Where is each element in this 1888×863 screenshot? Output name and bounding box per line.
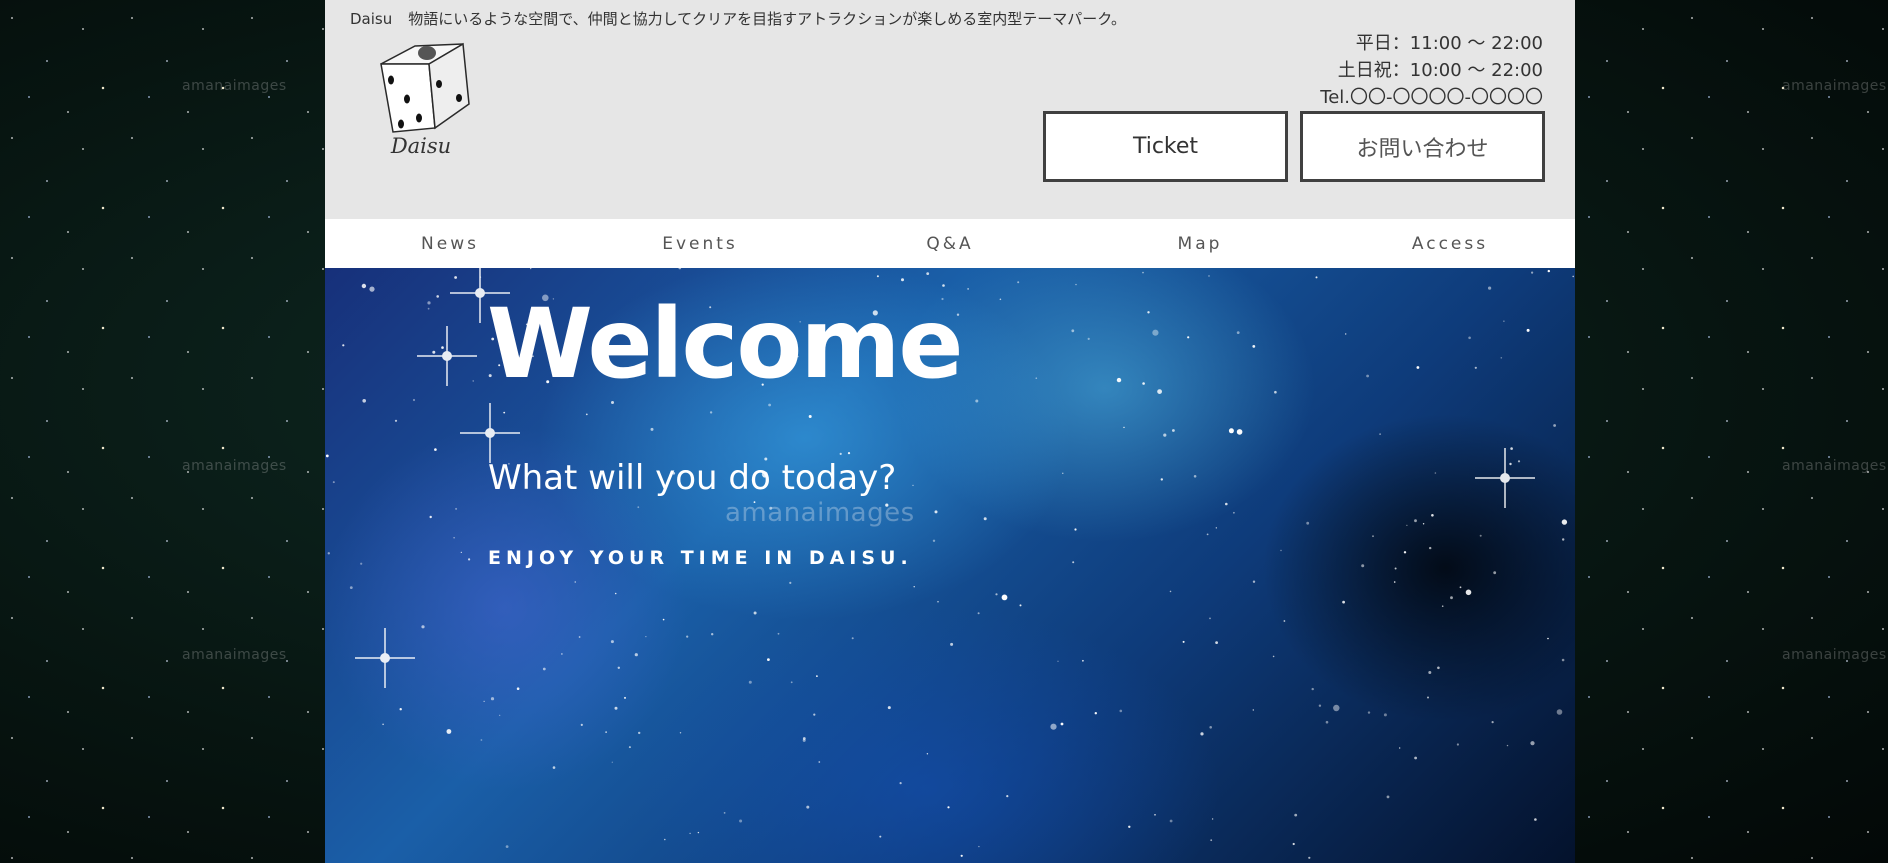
nav-item-access[interactable]: Access [1325,219,1575,268]
contact-button[interactable]: お問い合わせ [1300,111,1545,182]
dice-icon [380,42,470,133]
nav-item-news[interactable]: News [325,219,575,268]
main-nav: News Events Q&A Map Access [325,219,1575,268]
site-header: Daisu 物語にいるような空間で、仲間と協力してクリアを目指すアトラクションが楽… [325,0,1575,219]
site-name: Daisu [350,10,393,28]
watermark-text: amanaimages [182,78,287,94]
header-tagline: Daisu 物語にいるような空間で、仲間と協力してクリアを目指すアトラクションが楽… [350,8,1126,29]
logo-text: Daisu [390,134,452,158]
weekend-hours: 土日祝：10:00 ～ 22:00 [1337,60,1543,81]
ticket-button[interactable]: Ticket [1043,111,1288,182]
watermark-text: amanaimages [1782,458,1887,474]
hero-subtitle: What will you do today? [488,458,897,498]
watermark-text: amanaimages [1782,78,1887,94]
nav-item-qa[interactable]: Q&A [825,219,1075,268]
business-hours: 平日：11:00 ～ 22:00 土日祝：10:00 ～ 22:00 Tel.〇… [1320,30,1543,111]
site-logo[interactable]: Daisu [371,36,481,166]
hero-title: Welcome [487,288,963,400]
watermark-text: amanaimages [182,458,287,474]
page-container: Daisu 物語にいるような空間で、仲間と協力してクリアを目指すアトラクションが楽… [325,0,1575,863]
hero-tagline: ENJOY YOUR TIME IN DAISU. [488,547,913,569]
watermark-text: amanaimages [1782,647,1887,663]
nav-item-events[interactable]: Events [575,219,825,268]
tagline-text: 物語にいるような空間で、仲間と協力してクリアを目指すアトラクションが楽しめる室内… [408,10,1126,28]
watermark-text: amanaimages [725,498,915,528]
hero-banner: amanaimages Welcome What will you do tod… [325,268,1575,863]
watermark-text: amanaimages [182,647,287,663]
phone-number: Tel.〇〇-〇〇〇〇-〇〇〇〇 [1320,87,1543,108]
weekday-hours: 平日：11:00 ～ 22:00 [1355,33,1543,54]
nav-item-map[interactable]: Map [1075,219,1325,268]
